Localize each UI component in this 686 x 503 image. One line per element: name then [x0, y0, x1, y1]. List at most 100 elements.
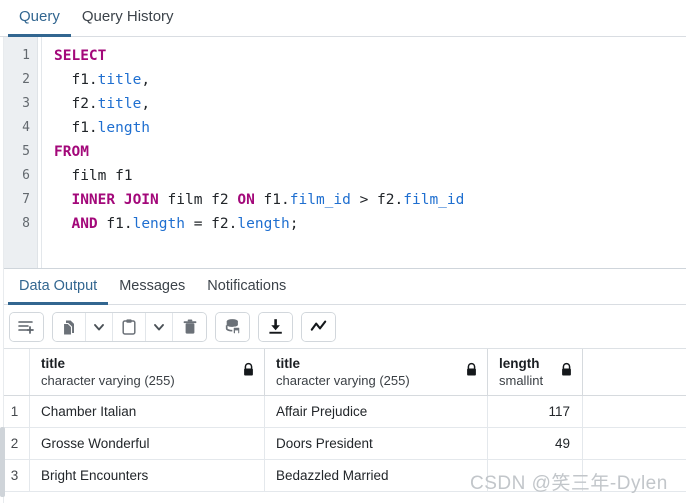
sql-token: length	[132, 216, 185, 232]
sql-token: length	[97, 120, 151, 136]
sql-line: f1.length	[54, 116, 686, 140]
sql-code-area[interactable]: SELECT f1.title, f2.title, f1.length FROM…	[42, 37, 686, 268]
line-number: 5	[22, 144, 30, 159]
toolbar-group-save	[215, 311, 250, 342]
add-row-icon	[17, 317, 36, 336]
sql-token: AND	[71, 216, 98, 232]
column-header-length[interactable]: length smallint	[488, 349, 583, 395]
cell-length[interactable]: 117	[488, 396, 583, 427]
save-data-changes-button[interactable]	[216, 312, 249, 341]
sql-line: SELECT	[54, 44, 686, 68]
cell-value: Bedazzled Married	[276, 468, 389, 483]
cell-length[interactable]	[488, 460, 583, 491]
sql-line: film f1	[54, 164, 686, 188]
results-toolbar	[0, 305, 686, 349]
row-number-cell[interactable]: 1	[0, 396, 30, 427]
sql-token: INNER JOIN	[71, 192, 159, 208]
tab-data-output[interactable]: Data Output	[8, 274, 109, 305]
lock-icon	[242, 362, 255, 382]
chevron-down-icon	[152, 320, 166, 334]
cell-title-2[interactable]: Doors President	[265, 428, 488, 459]
paste-icon	[120, 318, 138, 336]
sql-line: f1.title,	[54, 68, 686, 92]
sql-token: f2.	[54, 96, 98, 112]
results-grid: title character varying (255) title char…	[0, 349, 686, 492]
cell-title-1[interactable]: Grosse Wonderful	[30, 428, 265, 459]
sql-token: > f2.	[350, 192, 404, 208]
cell-title-1[interactable]: Chamber Italian	[30, 396, 265, 427]
column-header-title-1[interactable]: title character varying (255)	[30, 349, 265, 395]
line-number: 2	[22, 72, 30, 87]
sql-token: film f1	[54, 168, 133, 184]
table-row[interactable]: 1 Chamber Italian Affair Prejudice 117	[0, 396, 686, 428]
graph-visualiser-icon	[309, 317, 328, 336]
tab-messages[interactable]: Messages	[108, 274, 196, 305]
vertical-scrollbar-thumb[interactable]	[0, 427, 5, 497]
graph-visualiser-button[interactable]	[302, 312, 335, 341]
lock-icon	[560, 362, 573, 382]
row-filler	[583, 396, 686, 427]
row-number: 3	[10, 468, 19, 483]
column-header-title-2[interactable]: title character varying (255)	[265, 349, 488, 395]
paste-options-button[interactable]	[146, 312, 173, 341]
sql-token: length	[237, 216, 290, 232]
tab-notifications[interactable]: Notifications	[196, 274, 297, 305]
row-filler	[583, 428, 686, 459]
results-left-rail	[0, 37, 5, 503]
lock-icon	[465, 362, 478, 382]
delete-icon	[181, 318, 199, 336]
sql-token: film_id	[403, 192, 465, 208]
column-type: character varying (255)	[276, 373, 410, 388]
table-row[interactable]: 2 Grosse Wonderful Doors President 49	[0, 428, 686, 460]
sql-token: f1.	[54, 72, 98, 88]
sql-token: f1.	[54, 120, 98, 136]
grid-corner-cell	[0, 349, 30, 395]
cell-title-1[interactable]: Bright Encounters	[30, 460, 265, 491]
toolbar-group-add	[9, 311, 44, 342]
download-icon	[266, 317, 285, 336]
sql-line: INNER JOIN film f2 ON f1.film_id > f2.fi…	[54, 188, 686, 212]
cell-title-2[interactable]: Bedazzled Married	[265, 460, 488, 491]
row-number: 1	[10, 404, 19, 419]
tab-query[interactable]: Query	[8, 4, 71, 37]
pgadmin-query-tool: Query Query History 1 2 3 4 5 6 7 8 SELE…	[0, 0, 686, 503]
tab-query-history[interactable]: Query History	[71, 4, 185, 37]
copy-options-button[interactable]	[86, 312, 113, 341]
column-type: character varying (255)	[41, 373, 175, 388]
sql-line: FROM	[54, 140, 686, 164]
sql-token: film_id	[289, 192, 351, 208]
sql-editor[interactable]: 1 2 3 4 5 6 7 8 SELECT f1.title, f2.titl…	[0, 37, 686, 269]
cell-length[interactable]: 49	[488, 428, 583, 459]
results-tabstrip: Data Output Messages Notifications	[0, 269, 686, 305]
grid-header-row: title character varying (255) title char…	[0, 349, 686, 396]
cell-value: Doors President	[276, 436, 373, 451]
delete-row-button[interactable]	[173, 312, 206, 341]
toolbar-group-clipboard	[52, 311, 207, 342]
sql-token: f1.	[254, 192, 290, 208]
cell-value: Chamber Italian	[41, 404, 137, 419]
line-number: 4	[22, 120, 30, 135]
sql-token: title	[97, 72, 142, 88]
sql-line: f2.title,	[54, 92, 686, 116]
sql-line: AND f1.length = f2.length;	[54, 212, 686, 236]
line-number: 7	[22, 192, 30, 207]
editor-line-number-gutter: 1 2 3 4 5 6 7 8	[0, 37, 38, 268]
sql-token: title	[97, 96, 142, 112]
copy-button[interactable]	[53, 312, 86, 341]
add-row-button[interactable]	[10, 312, 43, 341]
cell-value: Bright Encounters	[41, 468, 149, 483]
sql-token: ON	[237, 192, 255, 208]
sql-token: ,	[141, 96, 151, 112]
cell-title-2[interactable]: Affair Prejudice	[265, 396, 488, 427]
sql-token: f1.	[97, 216, 133, 232]
chevron-down-icon	[92, 320, 106, 334]
line-number: 1	[22, 48, 30, 63]
paste-button[interactable]	[113, 312, 146, 341]
toolbar-group-download	[258, 311, 293, 342]
table-row[interactable]: 3 Bright Encounters Bedazzled Married	[0, 460, 686, 492]
sql-token: ,	[141, 72, 151, 88]
download-results-button[interactable]	[259, 312, 292, 341]
cell-value: 117	[548, 404, 570, 419]
